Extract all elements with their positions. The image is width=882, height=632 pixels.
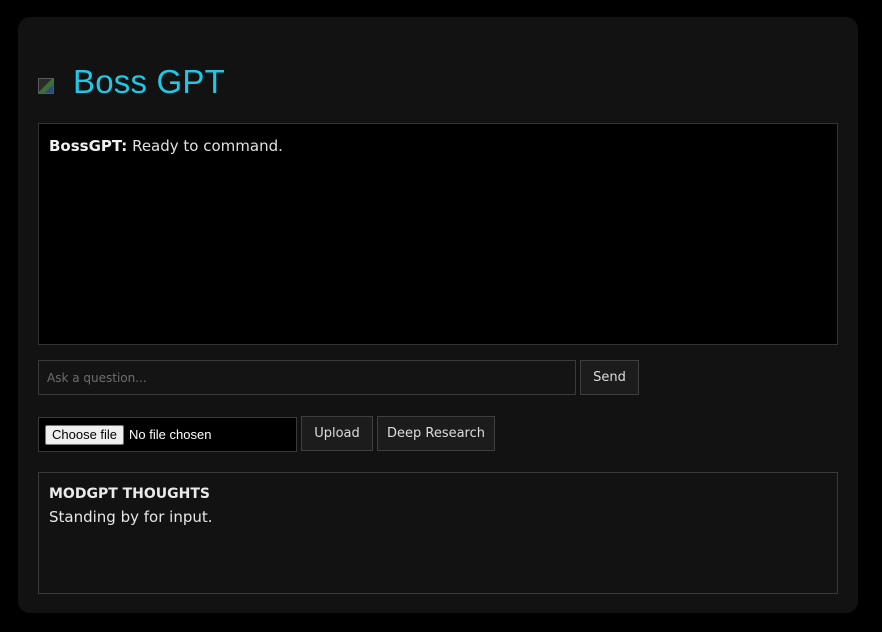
file-status: No file chosen [129,427,212,442]
page-title: Boss GPT [73,63,225,100]
thoughts-text: Standing by for input. [49,508,213,526]
question-input[interactable] [38,360,576,395]
deep-research-button[interactable]: Deep Research [377,416,495,451]
thoughts-heading: MODGPT THOUGHTS [49,486,211,502]
broken-image-icon [38,78,54,94]
chat-sender: BossGPT: [49,137,128,155]
chat-message: BossGPT: Ready to command. [49,136,827,156]
thoughts-panel: MODGPT THOUGHTS Standing by for input. [38,472,838,594]
upload-button[interactable]: Upload [301,416,373,451]
main-panel: Boss GPT BossGPT: Ready to command. Send… [18,17,858,613]
chat-log: BossGPT: Ready to command. [38,123,838,345]
chat-text: Ready to command. [127,137,283,155]
file-picker: Choose file No file chosen [38,417,297,452]
choose-file-button[interactable]: Choose file [45,424,125,445]
send-button[interactable]: Send [580,360,639,395]
header: Boss GPT [38,61,225,103]
